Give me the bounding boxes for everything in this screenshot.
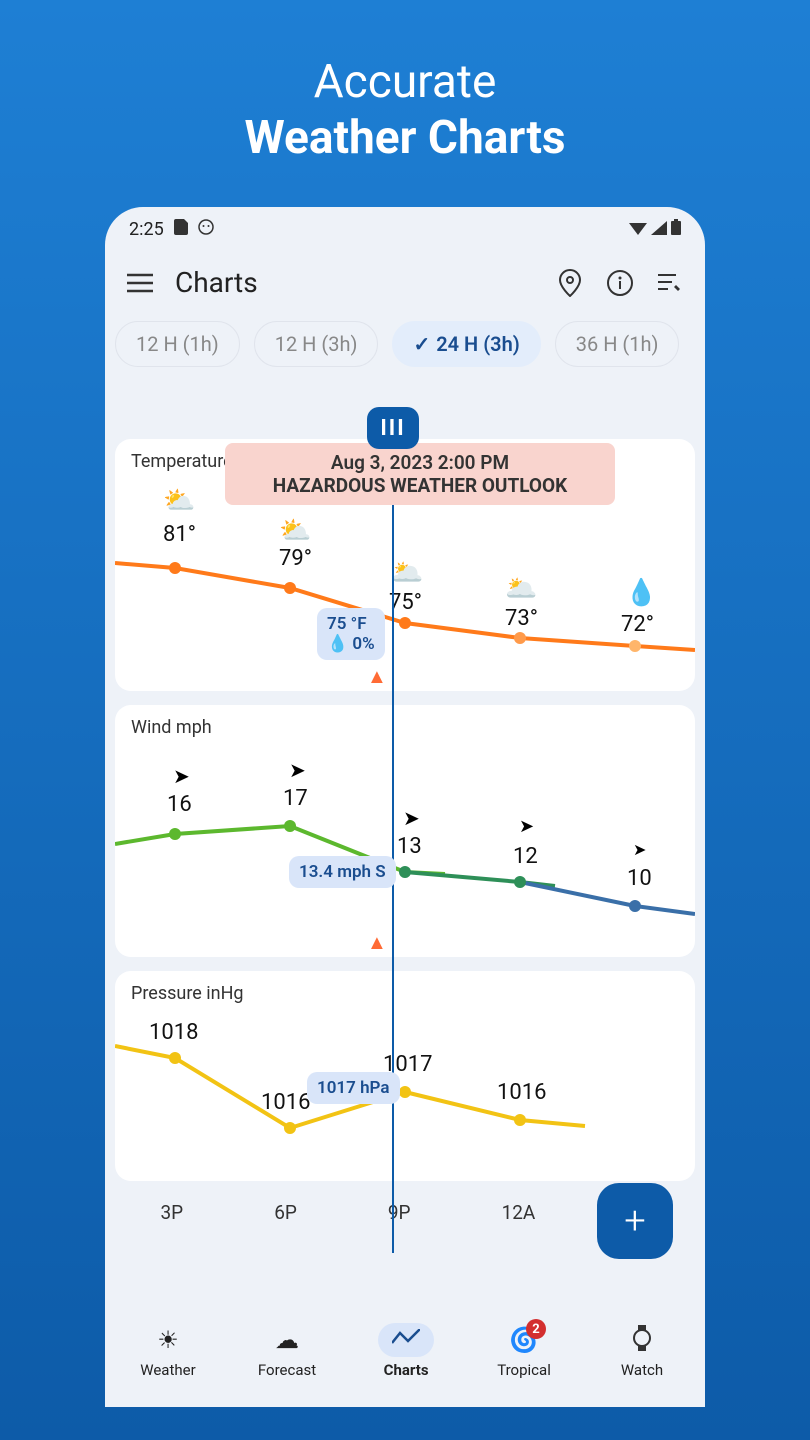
chip-label: 12 H (1h) [136, 332, 219, 356]
nav-label: Forecast [258, 1361, 316, 1379]
promo-title-line1: Accurate [314, 55, 497, 109]
chart-icon [392, 1329, 420, 1351]
alert-timestamp: Aug 3, 2023 2:00 PM [237, 451, 603, 474]
menu-button[interactable] [125, 268, 155, 298]
weather-icon: ⛅ [163, 486, 195, 516]
nav-forecast[interactable]: ☁ Forecast [258, 1323, 316, 1379]
pressure-title: Pressure inHg [131, 983, 679, 1004]
time-tick: 12A [502, 1201, 536, 1224]
edit-list-button[interactable] [655, 268, 685, 298]
wind-tooltip: 13.4 mph S [289, 856, 396, 888]
wind-point-1: 17 [283, 786, 308, 811]
pressure-card[interactable]: Pressure inHg 1018 1016 1017 1016 1017 h… [115, 971, 695, 1181]
sunset-marker-icon: ▲ [367, 664, 387, 689]
nav-label: Watch [621, 1361, 663, 1379]
temp-point-4: 72° [621, 612, 654, 637]
chip-36h-1h[interactable]: 36 H (1h) [555, 321, 680, 367]
wind-point-4: 10 [627, 866, 652, 891]
temperature-tooltip: 75 °F 💧 0% [317, 608, 385, 660]
sd-card-icon [174, 219, 188, 240]
info-button[interactable] [605, 268, 635, 298]
sunset-marker-icon: ▲ [367, 930, 387, 955]
chip-label: 36 H (1h) [576, 332, 659, 356]
tropical-badge: 2 [526, 1319, 546, 1339]
pressure-point-3: 1016 [497, 1080, 546, 1105]
plus-icon: + [624, 1199, 645, 1243]
pressure-tooltip: 1017 hPa [307, 1072, 400, 1104]
nav-label: Charts [384, 1361, 429, 1379]
temp-point-1: 79° [279, 546, 312, 571]
time-range-chips: 12 H (1h) 12 H (3h) ✓ 24 H (3h) 36 H (1h… [105, 313, 705, 377]
wind-point-3: 12 [513, 844, 538, 869]
wind-arrow-icon: ➤ [173, 764, 190, 788]
weather-alert[interactable]: Aug 3, 2023 2:00 PM HAZARDOUS WEATHER OU… [225, 443, 615, 505]
promo-title-line2: Weather Charts [244, 111, 565, 165]
chip-12h-3h[interactable]: 12 H (3h) [254, 321, 379, 367]
wind-arrow-icon: ➤ [289, 758, 306, 782]
alert-text: HAZARDOUS WEATHER OUTLOOK [237, 474, 603, 497]
wind-point-2: 13 [397, 834, 422, 859]
temp-point-0: 81° [163, 522, 196, 547]
add-fab[interactable]: + [597, 1183, 673, 1259]
weather-icon: 🌥️ [391, 558, 423, 588]
wind-title: Wind mph [131, 717, 679, 738]
location-button[interactable] [555, 268, 585, 298]
chip-12h-1h[interactable]: 12 H (1h) [115, 321, 240, 367]
chip-24h-3h[interactable]: ✓ 24 H (3h) [392, 321, 540, 367]
scrub-handle[interactable]: III [367, 407, 419, 449]
bottom-nav: ☀ Weather ☁ Forecast Charts 🌀 2 Tropical… [105, 1313, 705, 1407]
scrub-line [392, 443, 394, 1253]
nav-tropical[interactable]: 🌀 2 Tropical [496, 1323, 552, 1379]
cloud-icon: ☁ [275, 1326, 299, 1354]
weather-icon: ⛅ [279, 516, 311, 546]
chip-label: 24 H (3h) [436, 332, 520, 356]
grip-icon: III [380, 416, 405, 441]
nav-weather[interactable]: ☀ Weather [140, 1323, 196, 1379]
nav-charts[interactable]: Charts [378, 1323, 434, 1379]
temperature-chart: ⛅ 81° ⛅ 79° 🌥️ 75° 🌥️ 73° 💧 72° 75 °F 💧 … [131, 478, 679, 678]
time-tick: 3P [161, 1201, 184, 1224]
wind-chart: ➤ 16 ➤ 17 ➤ 13 ➤ 12 ➤ 10 13.4 mph S ▲ [131, 744, 679, 944]
chip-label: 12 H (3h) [275, 332, 358, 356]
phone-frame: 2:25 Charts [105, 207, 705, 1407]
sun-icon: ☀ [157, 1326, 179, 1354]
app-bar: Charts [105, 244, 705, 313]
droplet-icon: 💧 [327, 634, 348, 654]
watch-icon [632, 1325, 652, 1355]
pressure-point-1: 1016 [261, 1090, 310, 1115]
check-icon: ✓ [413, 332, 430, 356]
nav-label: Tropical [497, 1361, 551, 1379]
wind-card[interactable]: Wind mph ➤ 16 ➤ 17 ➤ 13 ➤ [115, 705, 695, 957]
weather-icon: 🌥️ [505, 574, 537, 604]
wind-arrow-icon: ➤ [403, 806, 420, 830]
battery-icon [671, 219, 681, 240]
nav-label: Weather [140, 1361, 195, 1379]
nav-watch[interactable]: Watch [614, 1323, 670, 1379]
wind-arrow-icon: ➤ [519, 816, 534, 837]
tooltip-value: 75 °F [327, 614, 367, 634]
status-time: 2:25 [129, 219, 164, 240]
status-bar: 2:25 [105, 207, 705, 244]
wind-arrow-icon: ➤ [633, 840, 646, 859]
page-title: Charts [175, 266, 535, 299]
wifi-icon [629, 219, 647, 240]
face-icon [198, 219, 214, 240]
signal-icon [651, 219, 667, 240]
temp-point-3: 73° [505, 606, 538, 631]
wind-point-0: 16 [167, 792, 192, 817]
pressure-point-0: 1018 [149, 1020, 198, 1045]
weather-icon: 💧 [625, 578, 657, 608]
pressure-chart: 1018 1016 1017 1016 1017 hPa [131, 1010, 679, 1170]
tooltip-precip: 0% [352, 634, 374, 654]
time-tick: 6P [274, 1201, 297, 1224]
